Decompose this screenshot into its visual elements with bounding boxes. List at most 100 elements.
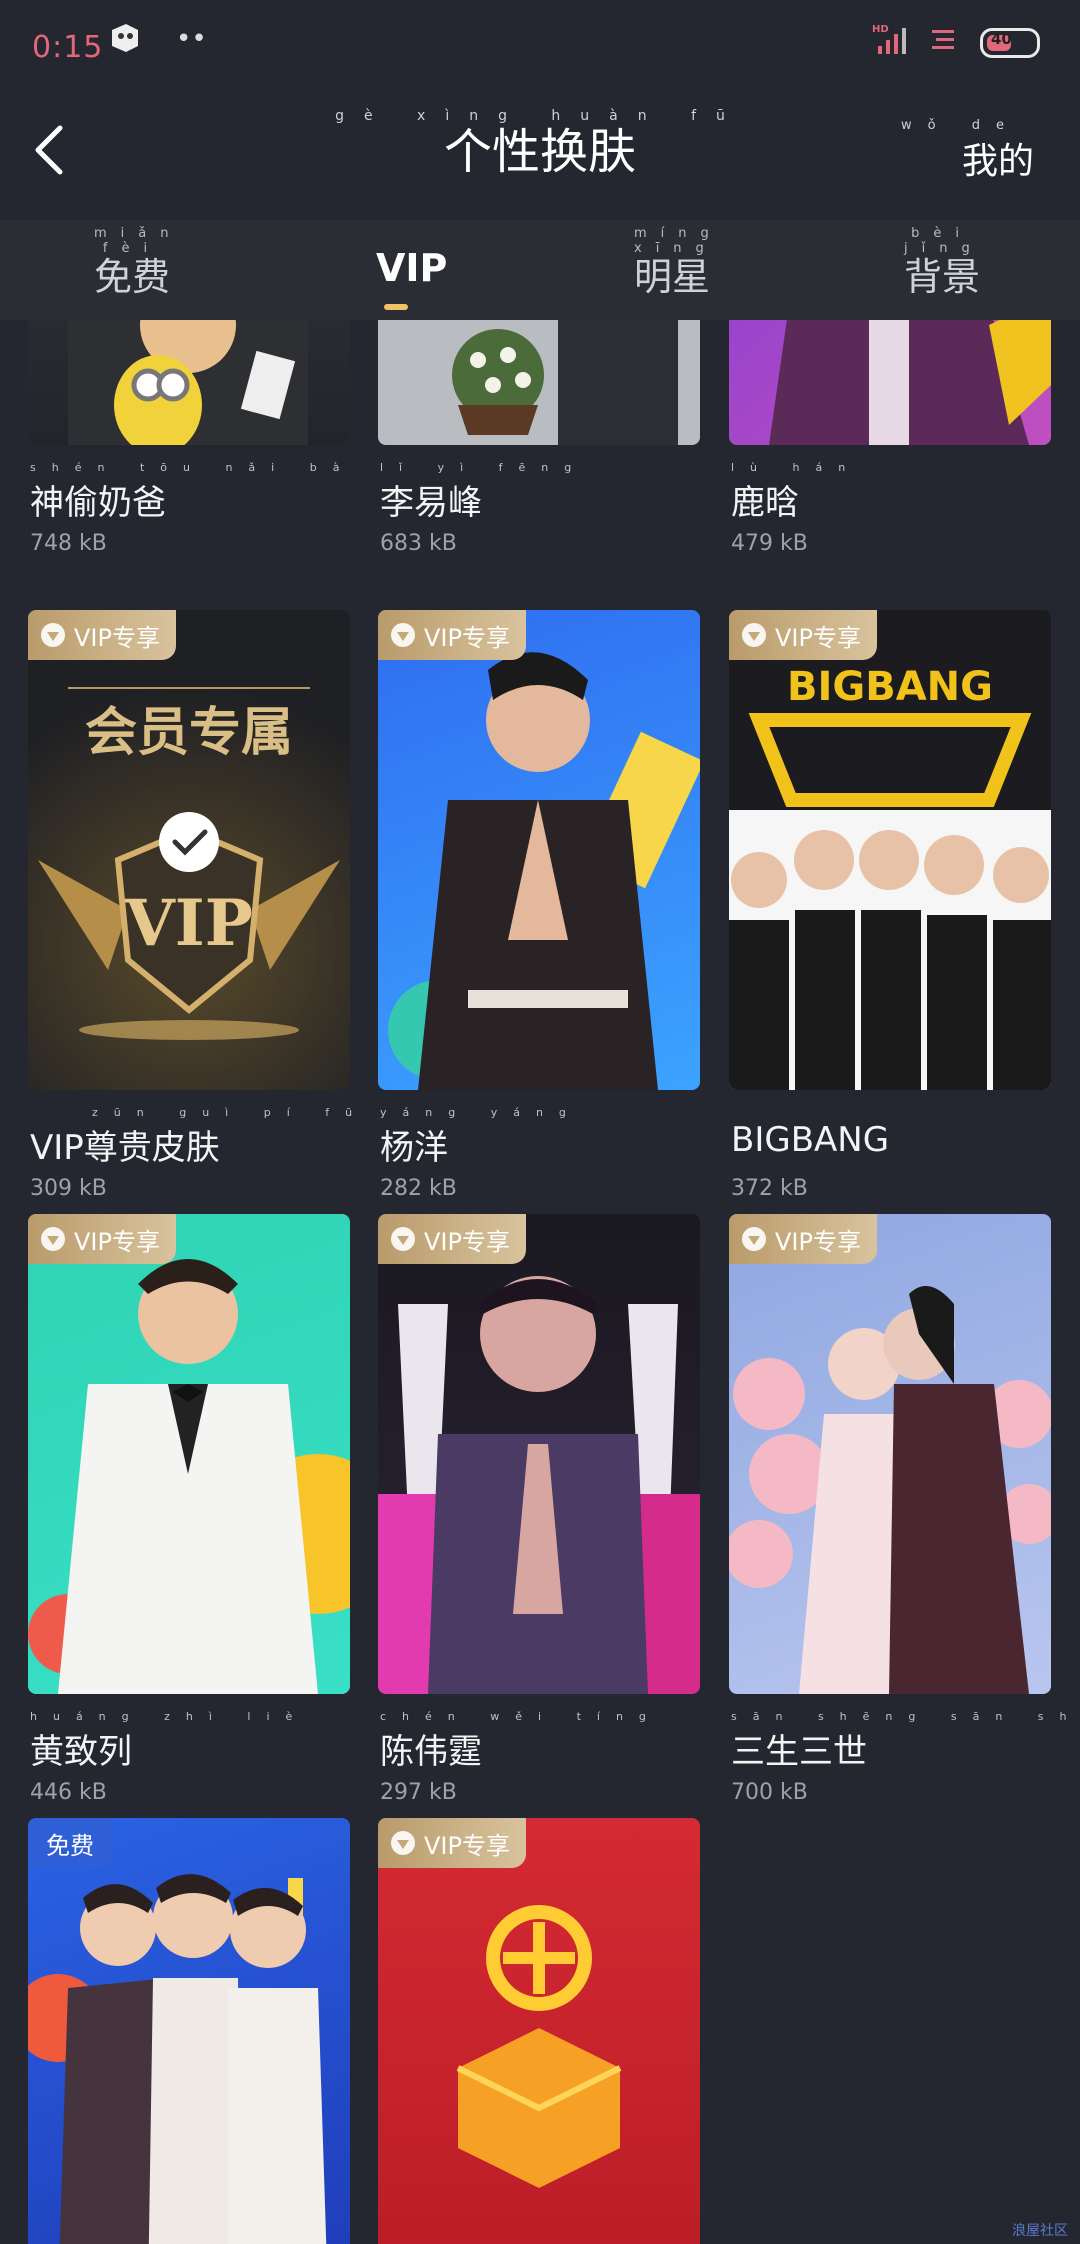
free-badge: 免费: [28, 1818, 112, 1868]
badge-label: 免费: [46, 1831, 94, 1860]
badge-label: VIP专享: [775, 623, 861, 652]
skin-thumbnail: VIP专享: [28, 1214, 350, 1694]
skin-thumbnail: 会员专属 VIP VIP专享: [28, 610, 350, 1090]
badge-label: VIP专享: [775, 1227, 861, 1256]
skin-thumbnail: VIP专享: [378, 610, 700, 1090]
diamond-icon: [391, 1831, 415, 1855]
skin-size: 282 kB: [380, 1176, 457, 1201]
skin-name-text: 黄致列: [30, 1732, 132, 1772]
skin-name-text: 三生三世: [731, 1732, 867, 1772]
my-skins-button[interactable]: 我的: [962, 132, 1034, 184]
skin-name-pinyin: zūn guì pí fū: [92, 1106, 369, 1119]
tab-background-label: 背景: [904, 255, 981, 299]
vip-exclusive-badge: VIP专享: [28, 610, 176, 660]
badge-label: VIP专享: [424, 1831, 510, 1860]
skin-size: 479 kB: [731, 531, 808, 556]
active-tab-indicator: [384, 304, 408, 310]
vip-exclusive-badge: VIP专享: [729, 610, 877, 660]
page-header: gè xìng huàn fū 个性换肤 wǒ de 我的: [0, 90, 1080, 210]
diamond-icon: [391, 623, 415, 647]
skin-name-pinyin: huáng zhì liè: [30, 1710, 309, 1723]
skin-name: chén wěi tíng 陈伟霆: [380, 1710, 646, 1773]
skin-name-pinyin: yáng yáng: [380, 1106, 582, 1119]
signal-hd-icon: HD: [872, 24, 906, 54]
skin-name-pinyin: chén wěi tíng: [380, 1710, 662, 1723]
category-tabs: miǎn fèi 免费 VIP míng xīng 明星 bèi jǐng 背景: [0, 220, 1080, 320]
tab-star-pinyin: míng xīng: [634, 226, 723, 256]
diamond-icon: [742, 1227, 766, 1251]
skin-name-pinyin: shén tōu nǎi bà: [30, 461, 356, 474]
battery-icon: 40: [980, 28, 1040, 58]
badge-label: VIP专享: [424, 1227, 510, 1256]
badge-label: VIP专享: [74, 623, 160, 652]
vip-exclusive-badge: VIP专享: [729, 1214, 877, 1264]
skin-name-text: 李易峰: [380, 483, 482, 523]
battery-level: 40: [991, 30, 1012, 48]
tab-vip-label: VIP: [376, 246, 448, 290]
vip-exclusive-badge: VIP专享: [378, 1818, 526, 1868]
skin-size: 748 kB: [30, 531, 107, 556]
skin-name: zūn guì pí fū VIP尊贵皮肤: [30, 1106, 352, 1169]
svg-text:HD: HD: [872, 24, 889, 35]
skin-name-pinyin: lǐ yì fēng: [380, 461, 588, 474]
tab-vip[interactable]: VIP: [376, 246, 447, 290]
skin-name-text: 神偷奶爸: [30, 483, 166, 523]
notification-dots: ••: [176, 24, 207, 54]
mine-pinyin: wǒ de: [901, 118, 1020, 133]
diamond-icon: [742, 623, 766, 647]
skin-thumbnail: VIP专享: [378, 1818, 700, 2244]
skin-thumbnail: [28, 320, 350, 445]
skin-name-text: 杨洋: [380, 1128, 448, 1168]
skin-name: yáng yáng 杨洋: [380, 1106, 566, 1169]
tab-background-pinyin: bèi jǐng: [904, 226, 984, 256]
skin-thumbnail: BIGBANG VIP专享: [729, 610, 1051, 1090]
skin-name-pinyin: sān shēng sān shì: [731, 1710, 1080, 1723]
tab-star-label: 明星: [634, 255, 711, 299]
skin-thumbnail: VIP专享: [378, 1214, 700, 1694]
skin-size: 297 kB: [380, 1780, 457, 1805]
vip-exclusive-badge: VIP专享: [378, 1214, 526, 1264]
skin-size: 446 kB: [30, 1780, 107, 1805]
skin-size: 372 kB: [731, 1176, 808, 1201]
skin-size: 683 kB: [380, 531, 457, 556]
skin-name-pinyin: lù hán: [731, 461, 862, 474]
skin-grid: shén tōu nǎi bà 神偷奶爸 748 kB lǐ yì fēng 李…: [0, 320, 1080, 2244]
watermark: 浪屋社区: [1012, 2223, 1068, 2239]
skin-name: lù hán 鹿晗: [731, 461, 845, 524]
diamond-icon: [41, 623, 65, 647]
skin-name: lǐ yì fēng 李易峰: [380, 461, 571, 524]
tab-star[interactable]: míng xīng 明星: [634, 226, 711, 301]
skin-thumbnail: 免费: [28, 1818, 350, 2244]
skin-name: BIGBANG: [731, 1120, 889, 1160]
skin-name: huáng zhì liè 黄致列: [30, 1710, 292, 1773]
skin-size: 700 kB: [731, 1780, 808, 1805]
tab-background[interactable]: bèi jǐng 背景: [904, 226, 981, 301]
vip-exclusive-badge: VIP专享: [28, 1214, 176, 1264]
wifi-data-icon: [932, 30, 954, 49]
vip-shield-text: VIP: [124, 886, 253, 961]
selected-check-icon: [159, 812, 219, 872]
badge-label: VIP专享: [74, 1227, 160, 1256]
skin-name-text: BIGBANG: [731, 1120, 890, 1160]
diamond-icon: [41, 1227, 65, 1251]
app-notification-icon: [112, 24, 138, 52]
skin-name: shén tōu nǎi bà 神偷奶爸: [30, 461, 339, 524]
tab-free-pinyin: miǎn fèi: [94, 226, 183, 256]
skin-thumbnail: VIP专享: [729, 1214, 1051, 1694]
status-bar: 0:15 •• HD 40: [0, 0, 1080, 90]
tab-free-label: 免费: [94, 255, 171, 299]
skin-name: sān shēng sān shì 三生三世: [731, 1710, 1080, 1773]
status-time: 0:15: [32, 30, 104, 65]
badge-label: VIP专享: [424, 623, 510, 652]
skin-name-text: 鹿晗: [731, 483, 799, 523]
skin-size: 309 kB: [30, 1176, 107, 1201]
diamond-icon: [391, 1227, 415, 1251]
vip-exclusive-badge: VIP专享: [378, 610, 526, 660]
skin-name-text: 陈伟霆: [380, 1732, 482, 1772]
skin-thumbnail: [729, 320, 1051, 445]
bigbang-logo-text: BIGBANG: [787, 664, 993, 710]
vip-member-text: 会员专属: [85, 702, 293, 763]
skin-thumbnail: [378, 320, 700, 445]
skin-name-text: VIP尊贵皮肤: [30, 1128, 220, 1168]
tab-free[interactable]: miǎn fèi 免费: [94, 226, 171, 301]
